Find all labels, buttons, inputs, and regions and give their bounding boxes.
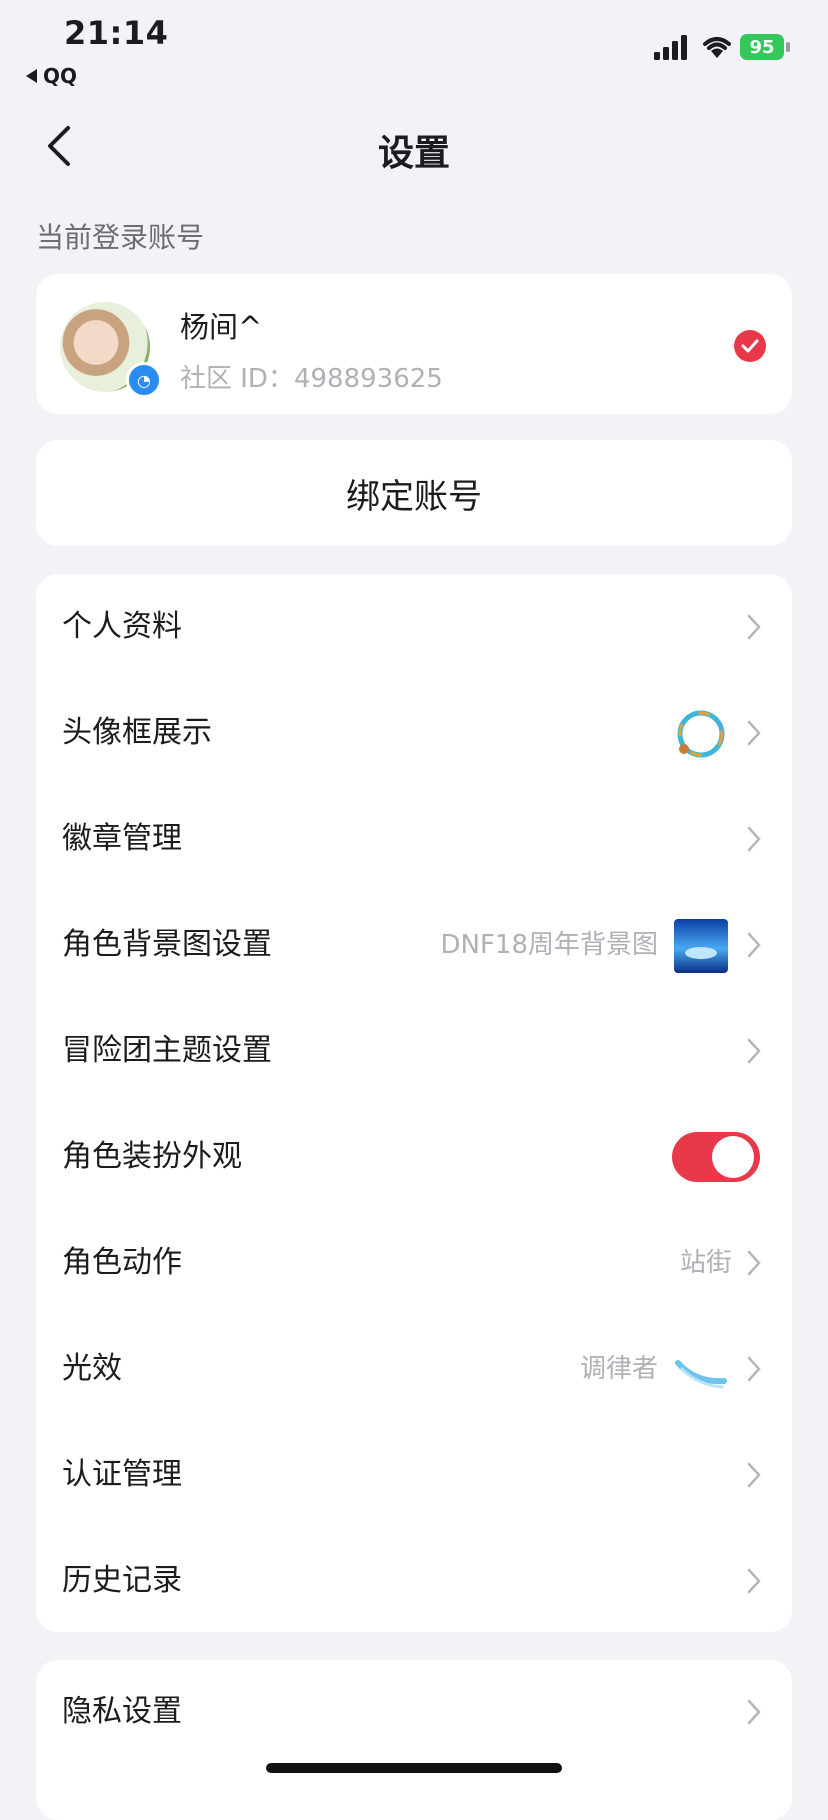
- list-item-label: 头像框展示: [62, 715, 212, 750]
- status-time: 21:14: [64, 14, 169, 52]
- settings-list: 个人资料 头像框展示 徽章管理 角色背景图设置 DNF18周年背景图 冒险团主题…: [36, 574, 792, 1632]
- privacy-card: 隐私设置: [36, 1660, 792, 1820]
- list-item-label: 历史记录: [62, 1563, 182, 1598]
- home-indicator[interactable]: [266, 1763, 562, 1773]
- list-item-label: 光效: [62, 1351, 122, 1386]
- back-app-label: QQ: [43, 64, 78, 88]
- role-background-value: DNF18周年背景图: [440, 930, 658, 960]
- selected-check-icon: [734, 330, 766, 362]
- list-item-label: 徽章管理: [62, 821, 182, 856]
- role-background-thumbnail: [674, 919, 728, 973]
- list-item-label: 角色装扮外观: [62, 1139, 242, 1174]
- light-effect-value: 调律者: [579, 1354, 658, 1384]
- cellular-signal-icon: [654, 35, 687, 60]
- chevron-right-icon: [747, 1250, 761, 1276]
- list-item-privacy[interactable]: 隐私设置: [36, 1660, 792, 1766]
- list-item-profile[interactable]: 个人资料: [36, 574, 792, 680]
- chevron-right-icon: [747, 1356, 761, 1382]
- toggle-knob: [712, 1136, 754, 1178]
- list-item-label: 冒险团主题设置: [62, 1033, 272, 1068]
- battery-level: 95: [740, 34, 784, 60]
- role-outfit-toggle[interactable]: [672, 1132, 760, 1182]
- back-to-app-link[interactable]: QQ: [26, 64, 77, 88]
- light-effect-thumbnail: [675, 1360, 727, 1389]
- current-account-card[interactable]: ◔ 杨间^ 社区 ID：498893625: [36, 274, 792, 414]
- list-item-light-effect[interactable]: 光效 调律者: [36, 1316, 792, 1422]
- chevron-right-icon: [747, 614, 761, 640]
- list-item-label: 角色动作: [62, 1245, 182, 1280]
- account-name: 杨间^: [180, 310, 263, 344]
- chevron-right-icon: [747, 720, 761, 746]
- list-item-label: 角色背景图设置: [62, 927, 272, 962]
- page-title: 设置: [377, 133, 450, 174]
- chevron-right-icon: [747, 1568, 761, 1594]
- chevron-right-icon: [747, 826, 761, 852]
- chevron-right-icon: [747, 932, 761, 958]
- avatar-frame-thumbnail: [677, 710, 725, 758]
- list-item-badges[interactable]: 徽章管理: [36, 786, 792, 892]
- section-label-current-account: 当前登录账号: [36, 221, 205, 254]
- list-item-adventure-theme[interactable]: 冒险团主题设置: [36, 998, 792, 1104]
- list-item-label: 隐私设置: [62, 1694, 182, 1729]
- wifi-icon: [703, 37, 731, 58]
- battery-icon: 95: [740, 34, 790, 62]
- chevron-right-icon: [747, 1699, 761, 1725]
- list-item-verification[interactable]: 认证管理: [36, 1422, 792, 1528]
- list-item-label: 认证管理: [62, 1457, 182, 1492]
- list-item-role-outfit: 角色装扮外观: [36, 1104, 792, 1210]
- bind-account-button[interactable]: 绑定账号: [36, 440, 792, 546]
- list-item-role-action[interactable]: 角色动作 站街: [36, 1210, 792, 1316]
- back-triangle-icon: [26, 69, 37, 83]
- list-item-history[interactable]: 历史记录: [36, 1528, 792, 1634]
- chevron-right-icon: [747, 1462, 761, 1488]
- chevron-right-icon: [747, 1038, 761, 1064]
- list-item-avatar-frame[interactable]: 头像框展示: [36, 680, 792, 786]
- list-item-role-background[interactable]: 角色背景图设置 DNF18周年背景图: [36, 892, 792, 998]
- role-action-value: 站街: [679, 1248, 732, 1278]
- list-item-label: 个人资料: [62, 609, 182, 644]
- qq-badge-icon: ◔: [126, 362, 162, 398]
- account-id: 社区 ID：498893625: [180, 364, 443, 394]
- bind-account-label: 绑定账号: [346, 476, 482, 517]
